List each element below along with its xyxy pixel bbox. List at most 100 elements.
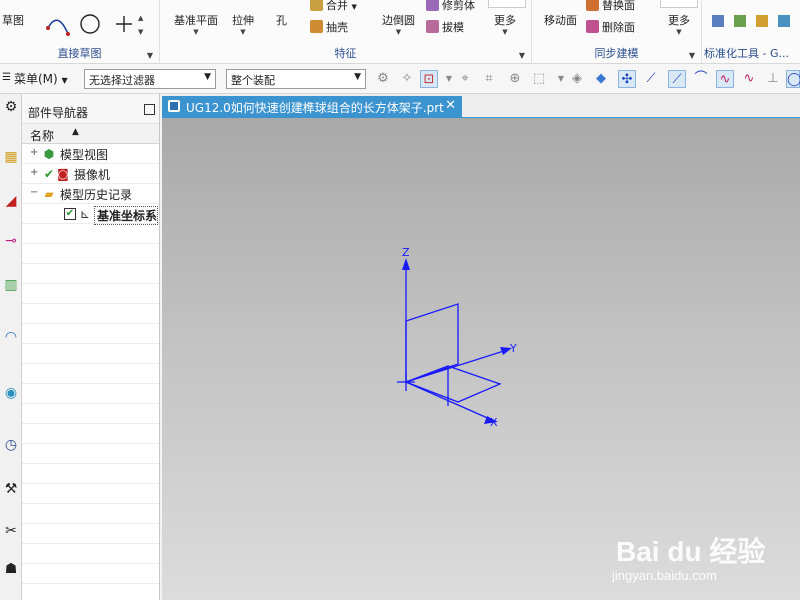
shell-icon — [310, 20, 323, 33]
extrude-button[interactable]: 拉伸 ▼ — [232, 12, 254, 36]
empty-row — [22, 404, 159, 424]
chevron-down-icon[interactable]: ▼ — [689, 51, 695, 60]
menu-button[interactable]: 菜单(M) ▼ — [0, 70, 72, 88]
y-axis-label: Y — [509, 342, 517, 355]
tree-item-datum-csys[interactable]: ✔ ⊾ 基准坐标系 — [22, 204, 159, 225]
empty-row — [22, 244, 159, 264]
group-label: 直接草图 — [57, 47, 102, 60]
tree-item-model-views[interactable]: + ⬢ 模型视图 — [22, 144, 159, 164]
draft-icon — [426, 20, 439, 33]
folder-icon: ▰ — [44, 187, 54, 201]
sketch-button[interactable]: 草图 — [2, 12, 24, 28]
z-axis-label: Z — [402, 246, 410, 259]
draft-button[interactable]: 拔模 — [426, 19, 464, 35]
collapse-icon[interactable]: − — [30, 187, 38, 198]
chevron-down-icon[interactable]: ▼ — [147, 51, 153, 60]
camera-icon: ◙ — [57, 167, 69, 181]
empty-row — [22, 564, 159, 584]
history-icon[interactable]: ◉ — [1, 382, 21, 404]
snap-point-icon[interactable]: ⊡ — [420, 70, 438, 88]
snap-curve-icon[interactable]: ⌒ — [692, 70, 710, 88]
empty-row — [22, 464, 159, 484]
navigator-header: 部件导航器 — [22, 94, 159, 124]
watermark-url: jingyan.baidu.com — [612, 568, 717, 583]
sort-ascending-icon: ▲ — [72, 127, 79, 137]
x-axis[interactable] — [405, 381, 493, 421]
reuse-library-icon[interactable]: ▥ — [1, 274, 21, 296]
datum-plane-xy[interactable] — [404, 365, 502, 403]
part-navigator: 部件导航器 名称 ▲ + ⬢ 模型视图 + ✔ ◙ 摄像机 − ▰ 模型历史记录… — [22, 94, 160, 600]
empty-row — [22, 284, 159, 304]
svg-text:▼: ▼ — [138, 28, 144, 36]
constraint-navigator-icon[interactable]: ⊸ — [1, 230, 21, 252]
edge-blend-button[interactable]: 边倒圆 ▼ — [382, 12, 415, 36]
expand-icon[interactable]: + — [30, 167, 38, 178]
select-body-icon[interactable]: ✧ — [398, 70, 416, 88]
assembly-navigator-icon[interactable]: ◢ — [1, 190, 21, 212]
web-browser-icon[interactable]: ◠ — [1, 326, 21, 348]
close-icon[interactable]: ✕ — [445, 98, 456, 113]
empty-row — [22, 444, 159, 464]
trim-body-button[interactable]: 修剪体 — [426, 0, 475, 13]
view-cube-icon[interactable]: ◈ — [568, 70, 586, 88]
ribbon-group-standard-tools: 标准化工具 - G... — [702, 0, 800, 64]
ribbon-group-sync-modeling: 移动面 替换面 删除面 更多 ▼ 同步建模 ▼ — [532, 0, 702, 64]
maximize-icon[interactable] — [144, 104, 155, 115]
select-face-icon[interactable]: ⌗ — [480, 70, 498, 88]
assembly-scope-select[interactable]: 整个装配 ▼ — [226, 69, 366, 89]
svg-text:▲: ▲ — [138, 14, 144, 22]
more-button[interactable]: 更多 ▼ — [494, 12, 516, 36]
standard-tools-icons[interactable] — [710, 12, 800, 30]
select-edge-icon[interactable]: ⌖ — [456, 70, 474, 88]
snap-endpoint-icon[interactable]: ✣ — [618, 70, 636, 88]
roles-icon[interactable]: ✂ — [1, 520, 21, 542]
expand-icon[interactable]: + — [30, 147, 38, 158]
empty-row — [22, 264, 159, 284]
chevron-down-icon: ▼ — [354, 72, 361, 82]
y-axis[interactable] — [405, 349, 508, 383]
snap-midpoint-icon[interactable]: ⟋ — [668, 70, 686, 88]
x-axis-label: X — [490, 416, 498, 429]
box-select-icon[interactable]: ⬚ — [530, 70, 548, 88]
tree-item-camera[interactable]: + ✔ ◙ 摄像机 — [22, 164, 159, 184]
unite-button[interactable]: 合并 ▼ — [310, 0, 357, 13]
selection-filter-select[interactable]: 无选择过滤器 ▼ — [84, 69, 216, 89]
shell-button[interactable]: 抽壳 — [310, 19, 348, 35]
chevron-down-icon[interactable]: ▼ — [519, 51, 525, 60]
sketch-curve-icons[interactable]: ▲▼ — [46, 10, 146, 38]
group-label: 特征 — [334, 47, 357, 60]
empty-row — [22, 544, 159, 564]
trim-body-icon — [426, 0, 439, 11]
shaded-view-icon[interactable]: ◆ — [592, 70, 610, 88]
snap-intersection-icon[interactable]: ∿ — [716, 70, 734, 88]
snap-spline-icon[interactable]: ∿ — [740, 70, 758, 88]
hole-button[interactable]: 孔 — [276, 12, 287, 28]
visibility-checkbox[interactable]: ✔ — [64, 208, 76, 220]
clock-icon[interactable]: ◷ — [1, 434, 21, 456]
replace-face-button[interactable]: 替换面 — [586, 0, 635, 13]
system-materials-icon[interactable]: ☗ — [1, 558, 21, 580]
datum-plane-yz[interactable] — [405, 303, 459, 383]
datum-plane-button[interactable]: 基准平面 ▼ — [174, 12, 218, 36]
process-studio-icon[interactable]: ⚒ — [1, 478, 21, 500]
part-navigator-icon[interactable]: ▦ — [1, 146, 21, 168]
part-file-icon — [168, 100, 180, 112]
snap-line-icon[interactable]: ⟋ — [642, 70, 660, 88]
gallery-box[interactable] — [488, 0, 526, 8]
gallery-box[interactable] — [660, 0, 698, 8]
model-views-icon: ⬢ — [43, 147, 55, 161]
column-header-name[interactable]: 名称 ▲ — [22, 124, 159, 144]
more-button[interactable]: 更多 ▼ — [668, 12, 690, 36]
empty-row — [22, 384, 159, 404]
snap-circle-icon[interactable]: ◯ — [786, 70, 800, 88]
snap-perpendicular-icon[interactable]: ⊥ — [764, 70, 782, 88]
gear-icon[interactable]: ⚙ — [1, 96, 21, 118]
select-feature-icon[interactable]: ⚙ — [374, 70, 392, 88]
select-component-icon[interactable]: ⊕ — [506, 70, 524, 88]
delete-face-button[interactable]: 删除面 — [586, 19, 635, 35]
move-face-button[interactable]: 移动面 — [544, 12, 577, 28]
tree-item-model-history[interactable]: − ▰ 模型历史记录 — [22, 184, 159, 204]
document-tab[interactable]: UG12.0如何快速创建榫球组合的长方体架子.prt ✕ — [162, 96, 462, 118]
ribbon: 草图 ▲ ▼ 直接草图 ▼ 基准平面 ▼ 拉伸 ▼ 孔 合并 ▼ 抽壳 边倒圆 ▼ 修剪… — [0, 0, 800, 64]
empty-row — [22, 424, 159, 444]
